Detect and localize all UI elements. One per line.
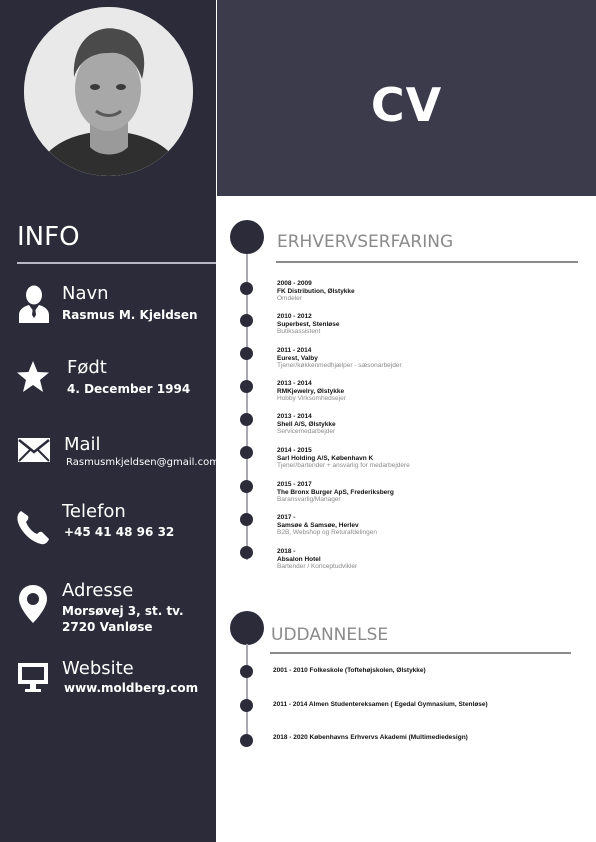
entry-company: Sarl Holding A/S, København K <box>277 454 374 462</box>
timeline-dot <box>240 446 253 459</box>
entry-company: Samsøe & Samsøe, Herlev <box>277 521 359 529</box>
experience-entry: 2017 - Samsøe & Samsøe, Herlev B2B, Webs… <box>277 514 577 537</box>
experience-entry: 2011 - 2014 Eurest, Valby Tjener/køkkenm… <box>277 347 577 370</box>
entry-company: Absalon Hotel <box>277 555 321 563</box>
entry-company: The Bronx Burger ApS, Frederiksberg <box>277 488 394 496</box>
entry-years: 2014 - 2015 <box>277 447 312 454</box>
mail-value[interactable]: Rasmusmkjeldsen@gmail.com <box>66 457 219 468</box>
experience-entry: 2013 - 2014 Shell A/S, Ølstykke Servicem… <box>277 413 577 436</box>
portrait-image <box>24 7 193 176</box>
experience-entry: 2008 - 2009 FK Distribution, Ølstykke Om… <box>277 280 577 303</box>
education-entry: 2011 - 2014 Almen Studentereksamen ( Ege… <box>273 701 488 708</box>
person-icon <box>17 285 51 328</box>
entry-years: 2015 - 2017 <box>277 481 312 488</box>
entry-role: Servicemedarbejder <box>277 428 336 435</box>
entry-years: 2017 - <box>277 514 296 521</box>
entry-role: Hobby Virksomhedsejer <box>277 395 346 402</box>
experience-heading: ERHVERVSERFARING <box>277 232 454 252</box>
entry-role: Tjener/køkkenmedhjælper - sæsonarbejder <box>277 362 402 369</box>
entry-role: Omdeler <box>277 295 302 302</box>
website-label: Website <box>62 658 134 679</box>
experience-entry: 2010 - 2012 Superbest, Stenløse Butiksas… <box>277 313 577 336</box>
entry-role: Bartender / Konceptudvikler <box>277 563 358 570</box>
monitor-icon <box>17 662 49 699</box>
entry-company: Shell A/S, Ølstykke <box>277 420 336 428</box>
timeline-dot <box>240 480 253 493</box>
entry-years: 2018 - <box>277 548 296 555</box>
location-pin-icon <box>18 584 48 629</box>
info-heading: INFO <box>17 222 80 252</box>
timeline-dot <box>240 413 253 426</box>
profile-photo <box>24 7 193 176</box>
experience-entry: 2014 - 2015 Sarl Holding A/S, København … <box>277 447 577 470</box>
timeline-dot <box>240 314 253 327</box>
birth-label: Født <box>67 357 107 378</box>
entry-years: 2011 - 2014 <box>277 347 312 354</box>
name-label: Navn <box>62 283 109 304</box>
education-heading: UDDANNELSE <box>271 625 389 645</box>
timeline-dot <box>240 347 253 360</box>
timeline-dot <box>240 513 253 526</box>
experience-section-dot <box>230 220 264 254</box>
timeline-dot <box>240 546 253 559</box>
experience-entry: 2013 - 2014 RMKjewelry, Ølstykke Hobby V… <box>277 380 577 403</box>
timeline-dot <box>240 282 253 295</box>
mail-label: Mail <box>64 434 101 455</box>
address-label: Adresse <box>62 580 134 601</box>
address-line1: Morsøvej 3, st. tv. <box>62 604 184 618</box>
entry-role: Butiksassistent <box>277 328 321 335</box>
entry-role: Baransvarlig/Manager <box>277 496 341 503</box>
phone-icon <box>16 509 50 550</box>
sidebar: INFO Navn Rasmus M. Kjeldsen Født 4. Dec… <box>0 0 219 842</box>
header-banner: CV <box>217 0 596 196</box>
entry-role: B2B, Webshop og Returafdelingen <box>277 529 377 536</box>
name-value: Rasmus M. Kjeldsen <box>62 308 198 322</box>
mail-icon <box>17 437 51 468</box>
cv-title: CV <box>370 78 443 132</box>
entry-company: Superbest, Stenløse <box>277 320 340 328</box>
entry-company: Eurest, Valby <box>277 354 318 362</box>
entry-company: RMKjewelry, Ølstykke <box>277 387 345 395</box>
star-icon <box>16 360 50 399</box>
entry-role: Tjener/bartender + ansvarlig for medarbe… <box>277 462 410 469</box>
timeline-dot <box>240 665 253 678</box>
education-section-dot <box>230 611 264 645</box>
address-line2: 2720 Vanløse <box>62 620 153 634</box>
entry-years: 2013 - 2014 <box>277 413 312 420</box>
info-divider <box>17 262 216 264</box>
experience-entry: 2018 - Absalon Hotel Bartender / Koncept… <box>277 548 577 571</box>
entry-company: FK Distribution, Ølstykke <box>277 287 355 295</box>
birth-value: 4. December 1994 <box>67 382 191 396</box>
timeline-dot <box>240 699 253 712</box>
phone-label: Telefon <box>62 501 126 522</box>
education-underline <box>270 652 571 654</box>
education-entry: 2001 - 2010 Folkeskole (Toftehøjskolen, … <box>273 667 426 674</box>
experience-entry: 2015 - 2017 The Bronx Burger ApS, Freder… <box>277 481 577 504</box>
timeline-dot <box>240 380 253 393</box>
entry-years: 2013 - 2014 <box>277 380 312 387</box>
entry-years: 2010 - 2012 <box>277 313 312 320</box>
experience-underline <box>276 261 578 263</box>
website-value[interactable]: www.moldberg.com <box>64 681 198 695</box>
timeline-dot <box>240 734 253 747</box>
education-entry: 2018 - 2020 Københavns Erhvervs Akademi … <box>273 734 468 741</box>
entry-years: 2008 - 2009 <box>277 280 312 287</box>
education-timeline <box>246 644 248 744</box>
phone-value: +45 41 48 96 32 <box>64 525 175 539</box>
